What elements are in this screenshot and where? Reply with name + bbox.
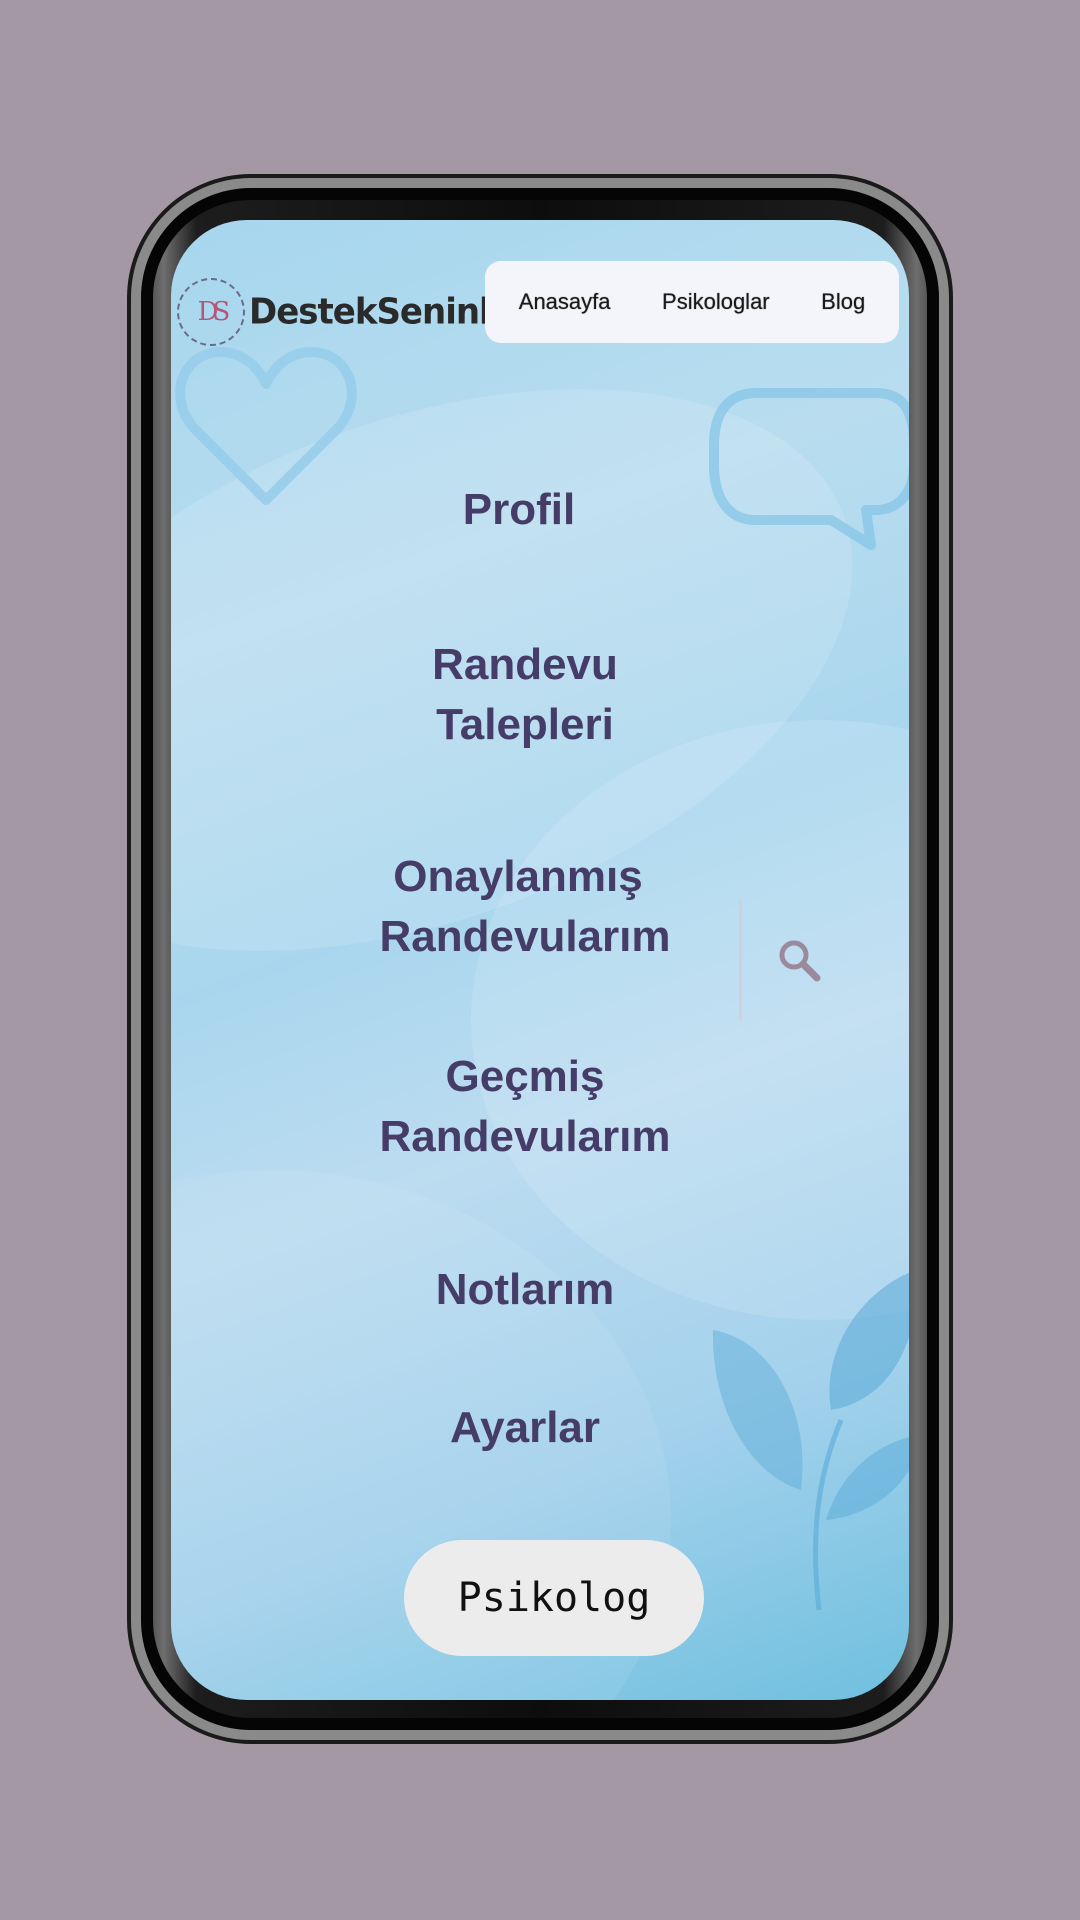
menu-item-profil[interactable]: Profil — [371, 480, 667, 540]
search-icon[interactable] — [777, 938, 821, 982]
nav-item-psikologlar[interactable]: Psikologlar — [662, 289, 770, 315]
menu-item-label: Geçmiş — [445, 1052, 605, 1101]
logo-emblem: DS — [177, 278, 245, 346]
menu-item-onaylanmis-randevularim[interactable]: Onaylanmış Randevularım — [371, 847, 679, 967]
logo-monogram: DS — [197, 297, 231, 327]
menu-item-label: Notlarım — [435, 1265, 615, 1314]
logo[interactable]: DS DestekSeninle — [177, 278, 513, 346]
chat-bubble-icon — [709, 388, 909, 550]
brand-name: DestekSeninle — [249, 291, 513, 333]
top-nav: Anasayfa Psikologlar Blog — [485, 261, 899, 343]
search-divider — [739, 900, 742, 1020]
menu-item-label: Ayarlar — [449, 1403, 601, 1452]
psikolog-button[interactable]: Psikolog — [404, 1540, 704, 1656]
leaves-icon — [712, 1272, 909, 1611]
menu-item-gecmis-randevularim[interactable]: Geçmiş Randevularım — [371, 1047, 679, 1167]
heart-icon — [175, 347, 357, 505]
menu-item-ayarlar[interactable]: Ayarlar — [371, 1398, 679, 1458]
menu-item-label: Talepleri — [436, 700, 614, 749]
menu-item-label: Randevu — [432, 640, 618, 689]
menu-item-label: Randevularım — [379, 912, 671, 961]
menu-item-notlarim[interactable]: Notlarım — [371, 1260, 679, 1320]
menu-item-randevu-talepleri[interactable]: Randevu Talepleri — [371, 635, 679, 755]
menu-item-label: Onaylanmış — [393, 852, 643, 901]
nav-item-anasayfa[interactable]: Anasayfa — [519, 289, 611, 315]
nav-item-blog[interactable]: Blog — [821, 289, 865, 315]
menu-item-label: Randevularım — [379, 1112, 671, 1161]
menu-item-label: Profil — [462, 485, 576, 534]
phone-screen: DS DestekSeninle Anasayfa Psikologlar Bl… — [171, 220, 909, 1700]
